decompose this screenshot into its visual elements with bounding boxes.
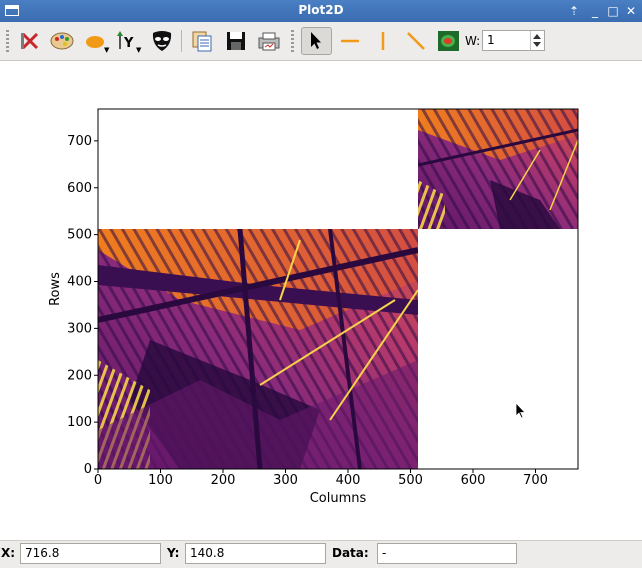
x-tick-label: 400 <box>336 473 361 488</box>
x-coordinate-field[interactable]: 716.8 <box>20 543 161 564</box>
image-tile-small <box>418 109 578 229</box>
x-tick-label: 0 <box>94 473 102 488</box>
x-tick-label: 500 <box>398 473 423 488</box>
y-axis-label: Rows <box>48 272 63 306</box>
x-axis-label: Columns <box>310 491 367 506</box>
status-bar: X: 716.8 Y: 140.8 Data: - <box>0 540 642 568</box>
y-tick-label: 400 <box>67 275 92 290</box>
x-coordinate-label: X: <box>1 546 16 560</box>
x-tick-label: 100 <box>148 473 173 488</box>
x-axis: 0 100 200 300 400 500 600 700 <box>94 469 548 488</box>
x-tick-label: 200 <box>211 473 236 488</box>
y-tick-label: 600 <box>67 181 92 196</box>
y-axis: 0 100 200 300 400 500 600 700 <box>67 134 98 477</box>
y-tick-label: 100 <box>67 415 92 430</box>
y-tick-label: 300 <box>67 321 92 336</box>
plot-area[interactable]: 0 100 200 300 400 500 600 700 0 100 200 300 400 500 6… <box>0 0 642 540</box>
y-tick-label: 200 <box>67 368 92 383</box>
y-tick-label: 0 <box>84 462 92 477</box>
data-value-field[interactable]: - <box>377 543 517 564</box>
y-coordinate-field[interactable]: 140.8 <box>185 543 326 564</box>
data-value-label: Data: <box>332 546 369 560</box>
image-tile-large <box>98 229 418 469</box>
y-tick-label: 700 <box>67 134 92 149</box>
x-tick-label: 600 <box>461 473 486 488</box>
x-tick-label: 700 <box>523 473 548 488</box>
x-tick-label: 300 <box>273 473 298 488</box>
y-tick-label: 500 <box>67 228 92 243</box>
y-coordinate-label: Y: <box>167 546 180 560</box>
